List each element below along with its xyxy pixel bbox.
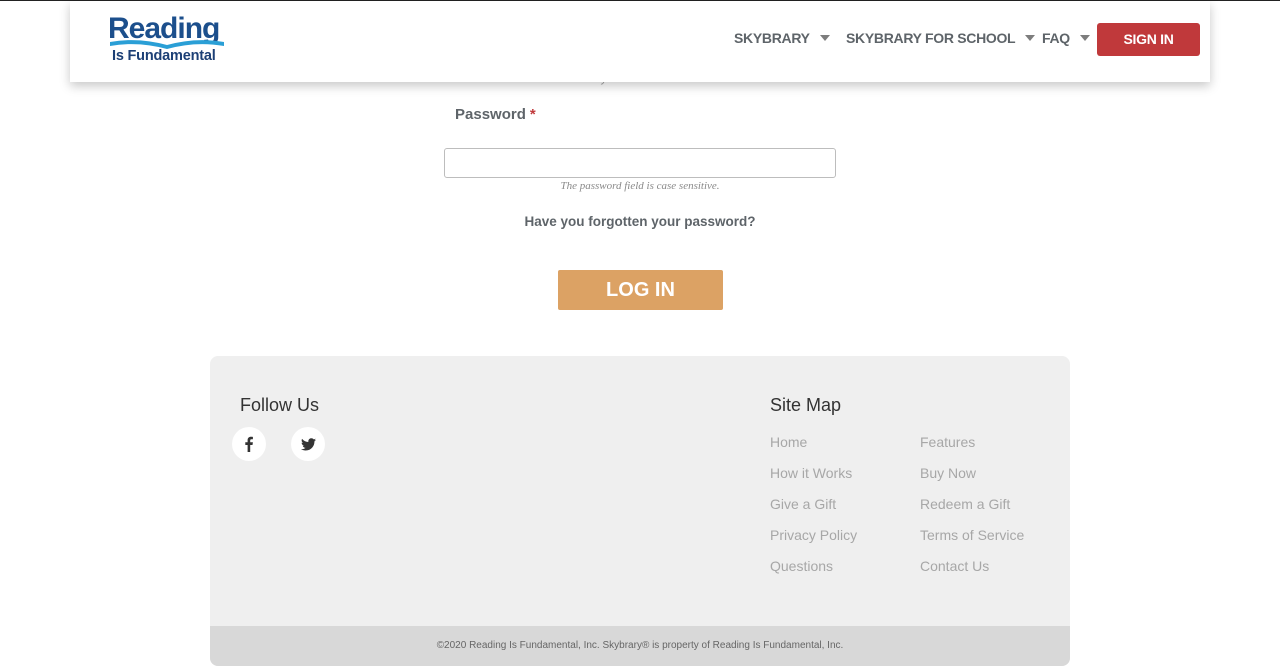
logo-wordmark-bottom: Is Fundamental [112,48,216,64]
nav-skybrary-for-school[interactable]: SKYBRARY FOR SCHOOL [846,30,1036,46]
site-header: Reading Is Fundamental SKYBRARY SKYBRARY… [70,1,1210,82]
password-label-text: Password [455,106,526,123]
password-label: Password * [455,106,536,123]
password-input[interactable] [444,148,836,178]
copyright-notice: ©2020 Reading Is Fundamental, Inc. Skybr… [210,626,1070,666]
nav-skybrary[interactable]: SKYBRARY [734,30,830,46]
site-footer: Follow Us Site Map Home How it Works Giv… [210,356,1070,666]
required-marker: * [529,106,536,123]
follow-us-heading: Follow Us [240,395,320,415]
site-map-heading: Site Map [770,395,842,415]
reading-is-fundamental-logo[interactable]: Reading Is Fundamental [108,14,226,66]
twitter-link[interactable] [291,427,325,461]
caret-down-icon [1025,35,1036,41]
facebook-link[interactable] [232,427,266,461]
twitter-icon [300,437,316,450]
sign-in-button[interactable]: SIGN IN [1097,23,1200,56]
footer-link-privacy-policy[interactable]: Privacy Policy [770,527,857,543]
footer-link-redeem-a-gift[interactable]: Redeem a Gift [920,496,1010,512]
footer-link-terms-of-service[interactable]: Terms of Service [920,527,1024,543]
footer-link-home[interactable]: Home [770,434,807,450]
caret-down-icon [1079,35,1090,41]
nav-faq[interactable]: FAQ [1042,30,1090,46]
nav-skybrary-label: SKYBRARY [734,30,810,46]
footer-link-features[interactable]: Features [920,434,975,450]
facebook-icon [245,436,253,452]
log-in-button[interactable]: LOG IN [558,270,723,310]
footer-link-questions[interactable]: Questions [770,558,833,574]
forgot-password-link[interactable]: Have you forgotten your password? [0,214,1280,229]
password-hint: The password field is case sensitive. [560,180,720,192]
caret-down-icon [819,35,830,41]
footer-link-give-a-gift[interactable]: Give a Gift [770,496,836,512]
footer-link-how-it-works[interactable]: How it Works [770,465,852,481]
footer-link-buy-now[interactable]: Buy Now [920,465,976,481]
nav-skybrary-for-school-label: SKYBRARY FOR SCHOOL [846,30,1016,46]
footer-link-contact-us[interactable]: Contact Us [920,558,989,574]
nav-faq-label: FAQ [1042,30,1070,46]
